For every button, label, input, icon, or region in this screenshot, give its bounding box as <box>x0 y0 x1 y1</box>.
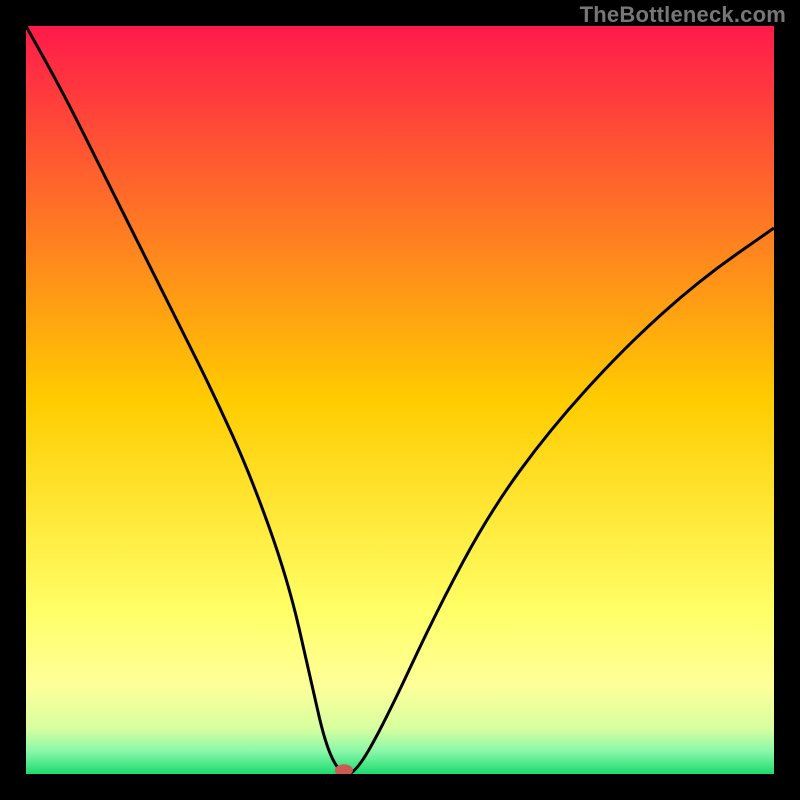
chart-frame: TheBottleneck.com <box>0 0 800 800</box>
gradient-background <box>26 26 774 774</box>
plot-area <box>26 26 774 774</box>
watermark-label: TheBottleneck.com <box>580 2 786 28</box>
bottleneck-chart <box>26 26 774 774</box>
